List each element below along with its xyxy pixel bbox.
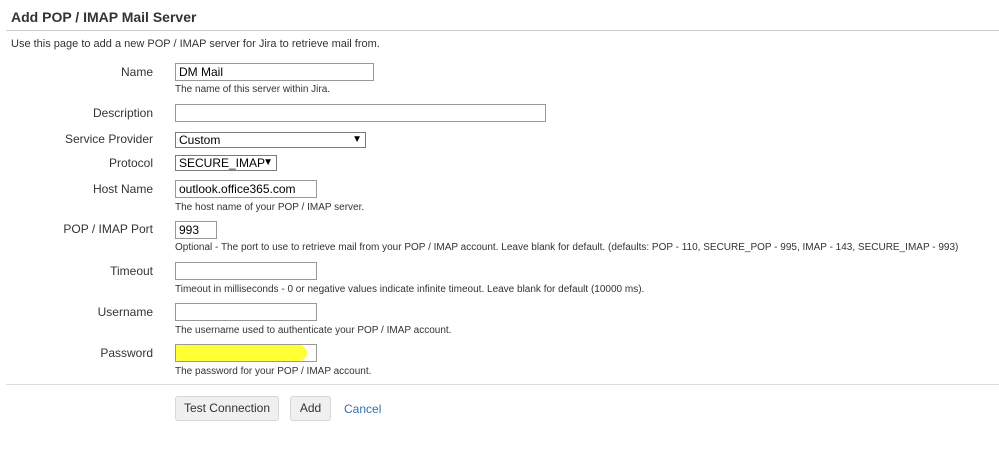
name-label: Name	[120, 65, 153, 79]
service-provider-value: Custom	[179, 133, 221, 147]
timeout-label: Timeout	[110, 264, 153, 278]
timeout-input[interactable]	[175, 262, 317, 280]
service-provider-select[interactable]: Custom ▼	[175, 132, 366, 148]
password-hint: The password for your POP / IMAP account…	[175, 366, 372, 377]
port-hint: Optional - The port to use to retrieve m…	[175, 242, 959, 253]
add-button[interactable]: Add	[290, 396, 331, 421]
service-provider-label: Service Provider	[64, 132, 153, 146]
title-divider	[6, 30, 999, 31]
protocol-value: SECURE_IMAP	[179, 156, 266, 170]
username-hint: The username used to authenticate your P…	[175, 325, 452, 336]
description-label: Description	[92, 106, 153, 120]
username-label: Username	[97, 305, 153, 319]
port-label: POP / IMAP Port	[63, 222, 153, 236]
description-input[interactable]	[175, 104, 546, 122]
host-name-label: Host Name	[92, 182, 153, 196]
name-input[interactable]	[175, 63, 374, 81]
password-label: Password	[100, 346, 153, 360]
test-connection-button[interactable]: Test Connection	[175, 396, 279, 421]
username-input[interactable]	[175, 303, 317, 321]
add-mail-server-page: Add POP / IMAP Mail Server Use this page…	[0, 0, 999, 466]
port-input[interactable]	[175, 221, 217, 239]
actions-divider	[6, 384, 999, 385]
page-intro: Use this page to add a new POP / IMAP se…	[11, 38, 380, 50]
page-title: Add POP / IMAP Mail Server	[11, 9, 197, 25]
chevron-down-icon: ▼	[352, 134, 362, 145]
protocol-select[interactable]: SECURE_IMAP ▼	[175, 155, 277, 171]
protocol-label: Protocol	[108, 156, 153, 170]
cancel-link[interactable]: Cancel	[344, 402, 381, 416]
chevron-down-icon: ▼	[263, 157, 273, 168]
password-redaction-highlight	[176, 345, 307, 361]
host-name-input[interactable]	[175, 180, 317, 198]
host-name-hint: The host name of your POP / IMAP server.	[175, 202, 365, 213]
name-hint: The name of this server within Jira.	[175, 84, 331, 95]
timeout-hint: Timeout in milliseconds - 0 or negative …	[175, 284, 645, 295]
